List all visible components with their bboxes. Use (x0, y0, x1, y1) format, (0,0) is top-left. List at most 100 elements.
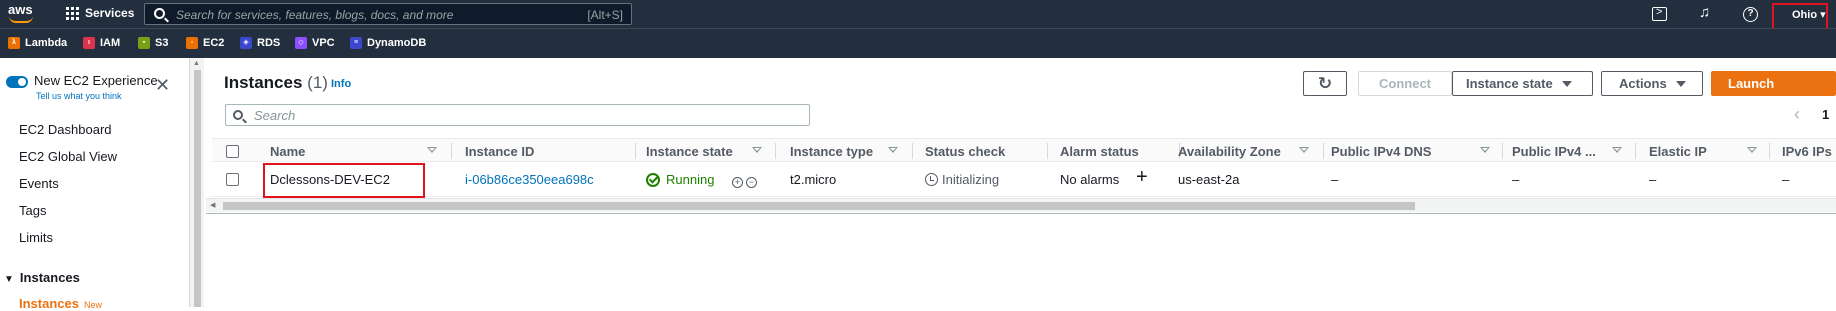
alarm-status-value: No alarms (1060, 172, 1120, 187)
status-check-value: Initializing (942, 172, 1000, 187)
column-divider[interactable] (1502, 143, 1503, 159)
instance-state-cell: Running + − (646, 172, 758, 188)
column-header-public-ipv4-dns[interactable]: Public IPv4 DNS (1331, 144, 1431, 159)
sidebar-item-events[interactable]: Events (19, 176, 59, 191)
sort-icon[interactable] (1747, 147, 1757, 153)
favorite-label: EC2 (203, 37, 225, 49)
vpc-icon: ◇ (295, 37, 307, 49)
global-search-input[interactable]: Search for services, features, blogs, do… (144, 3, 632, 25)
favorite-label: IAM (100, 37, 121, 49)
actions-dropdown[interactable]: Actions (1601, 71, 1703, 96)
check-circle-icon (646, 173, 660, 187)
help-icon[interactable]: ? (1743, 7, 1758, 22)
column-header-ipv6-ips[interactable]: IPv6 IPs (1782, 144, 1832, 159)
column-header-public-ipv4[interactable]: Public IPv4 ... (1512, 144, 1596, 159)
sort-icon[interactable] (427, 147, 437, 153)
instance-state-value: Running (666, 172, 715, 187)
page-number[interactable]: 1 (1822, 107, 1829, 122)
favorite-iam[interactable]: ı IAM (83, 37, 120, 49)
dynamodb-icon: ≡ (350, 37, 362, 49)
sort-icon[interactable] (888, 147, 898, 153)
aws-logo[interactable]: aws (8, 2, 42, 24)
favorite-rds[interactable]: ◈ RDS (240, 37, 280, 49)
select-all-checkbox[interactable] (226, 145, 239, 158)
previous-page-icon[interactable]: ‹ (1794, 104, 1800, 125)
column-divider[interactable] (775, 143, 776, 159)
services-menu-button[interactable]: Services (66, 6, 134, 20)
feedback-link[interactable]: Tell us what you think (36, 91, 122, 101)
scroll-left-icon: ◀ (210, 202, 216, 209)
favorite-s3[interactable]: ▪ S3 (138, 37, 168, 49)
new-experience-label: New EC2 Experience (34, 73, 158, 88)
grid-icon (66, 6, 79, 20)
column-header-alarm-status[interactable]: Alarm status (1060, 144, 1139, 159)
column-header-instance-id[interactable]: Instance ID (465, 144, 534, 159)
column-header-instance-state[interactable]: Instance state (646, 144, 733, 159)
column-divider[interactable] (451, 143, 452, 159)
connect-button[interactable]: Connect (1358, 71, 1452, 96)
sidebar-item-instances[interactable]: Instances New (19, 296, 102, 311)
column-divider[interactable] (1635, 143, 1636, 159)
column-header-status-check[interactable]: Status check (925, 144, 1005, 159)
column-divider[interactable] (635, 143, 636, 159)
sidebar-item-tags[interactable]: Tags (19, 203, 46, 218)
new-experience-toggle[interactable] (6, 76, 28, 88)
favorites-bar: λ Lambda ı IAM ▪ S3 ▫ EC2 ◈ RDS ◇ VPC ≡ … (0, 28, 1836, 58)
region-selector[interactable]: Ohio ▾ (1772, 3, 1828, 31)
instance-type-value: t2.micro (790, 172, 837, 187)
add-alarm-icon[interactable]: + (1136, 166, 1148, 189)
sort-icon[interactable] (752, 147, 762, 153)
services-label: Services (85, 6, 135, 20)
cloudshell-icon[interactable] (1652, 6, 1667, 21)
sidebar-item-ec2-global-view[interactable]: EC2 Global View (19, 149, 117, 164)
column-header-availability-zone[interactable]: Availability Zone (1178, 144, 1281, 159)
bell-icon[interactable]: ♫ (1699, 4, 1710, 21)
refresh-button[interactable]: ↻ (1303, 71, 1347, 96)
column-header-instance-type[interactable]: Instance type (790, 144, 873, 159)
caret-down-icon (1675, 81, 1686, 87)
favorite-label: Lambda (25, 37, 68, 49)
favorite-vpc[interactable]: ◇ VPC (295, 37, 335, 49)
public-dns-value: – (1331, 172, 1339, 187)
instance-id-link[interactable]: i-06b86ce350eea698c (465, 172, 594, 187)
favorite-lambda[interactable]: λ Lambda (8, 37, 67, 49)
status-check-cell: Initializing (925, 172, 999, 187)
iam-icon: ı (83, 37, 95, 49)
table-horizontal-scrollbar[interactable]: ◀ (206, 198, 1836, 212)
instance-state-dropdown[interactable]: Instance state (1452, 71, 1593, 96)
caret-down-icon: ▼ (4, 274, 14, 285)
column-header-elastic-ip[interactable]: Elastic IP (1649, 144, 1707, 159)
search-placeholder: Search for services, features, blogs, do… (176, 8, 454, 22)
zoom-out-icon[interactable]: − (746, 177, 758, 188)
sort-icon[interactable] (1299, 147, 1309, 153)
scroll-thumb[interactable] (223, 202, 1415, 210)
scroll-thumb[interactable] (194, 70, 201, 307)
column-divider[interactable] (1323, 143, 1324, 159)
column-divider[interactable] (1769, 143, 1770, 159)
sidebar-section-instances[interactable]: ▼ Instances (4, 270, 80, 285)
column-divider[interactable] (1047, 143, 1048, 159)
zoom-in-icon[interactable]: + (732, 177, 744, 188)
favorite-ec2[interactable]: ▫ EC2 (186, 37, 224, 49)
close-icon[interactable]: ✕ (155, 76, 170, 94)
info-link[interactable]: Info (331, 78, 351, 90)
public-ipv4-value: – (1512, 172, 1520, 187)
launch-instances-button[interactable]: Launch instances (1711, 71, 1836, 114)
split-panel-divider[interactable] (206, 213, 1836, 214)
sort-icon[interactable] (1612, 147, 1622, 153)
instance-filter-input[interactable]: Search (225, 104, 810, 126)
elastic-ip-value: – (1649, 172, 1657, 187)
sidebar-scrollbar[interactable]: ▲ (189, 58, 204, 307)
search-shortcut: [Alt+S] (587, 8, 623, 22)
column-divider[interactable] (912, 143, 913, 159)
sort-icon[interactable] (1480, 147, 1490, 153)
column-header-name[interactable]: Name (270, 144, 305, 159)
sidebar-item-limits[interactable]: Limits (19, 230, 53, 245)
row-select-checkbox[interactable] (226, 173, 239, 186)
scroll-up-icon: ▲ (193, 60, 200, 67)
favorite-dynamodb[interactable]: ≡ DynamoDB (350, 37, 426, 49)
clock-icon (925, 173, 938, 186)
sidebar-item-ec2-dashboard[interactable]: EC2 Dashboard (19, 122, 112, 137)
ec2-icon: ▫ (186, 37, 198, 49)
table-row[interactable]: Dclessons-DEV-EC2 i-06b86ce350eea698c Ru… (212, 163, 1836, 197)
